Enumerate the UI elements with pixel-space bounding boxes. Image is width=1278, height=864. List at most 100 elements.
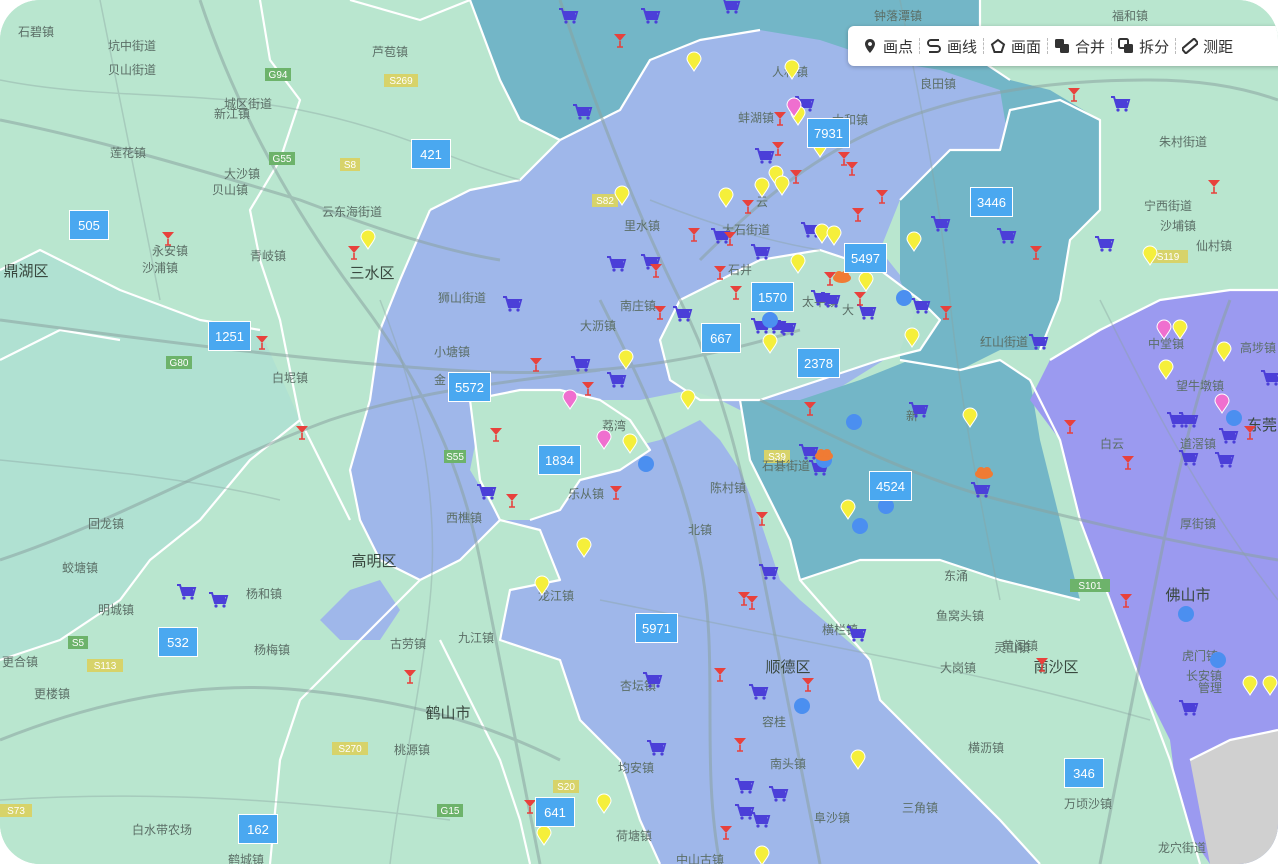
place-label: 朱村街道 bbox=[1159, 135, 1207, 149]
cluster-badge[interactable]: 667 bbox=[701, 323, 741, 353]
orange-cloud-icon[interactable] bbox=[815, 449, 833, 461]
place-label: 万顷沙镇 bbox=[1064, 797, 1112, 811]
place-label: 鼎湖区 bbox=[3, 263, 48, 280]
cluster-badge[interactable]: 4524 bbox=[869, 471, 912, 501]
road-label: G55 bbox=[273, 154, 292, 165]
place-label: 云东海街道 bbox=[322, 204, 382, 219]
place-label: 蛟塘镇 bbox=[62, 560, 98, 575]
road-label: S8 bbox=[344, 160, 357, 171]
place-label: 杨梅镇 bbox=[254, 642, 290, 657]
orange-cloud-icon[interactable] bbox=[975, 467, 993, 479]
place-label: 红山街道 bbox=[980, 334, 1028, 349]
place-label: 贝山镇 bbox=[212, 183, 248, 197]
cluster-badge[interactable]: 1251 bbox=[208, 321, 251, 351]
cluster-badge[interactable]: 421 bbox=[411, 139, 451, 169]
blue-dot-icon[interactable] bbox=[762, 312, 778, 328]
tool-split[interactable]: 拆分 bbox=[1112, 26, 1175, 66]
road-label: G15 bbox=[441, 806, 460, 817]
tool-draw-polygon[interactable]: 画面 bbox=[984, 26, 1047, 66]
tool-merge[interactable]: 合并 bbox=[1048, 26, 1111, 66]
cluster-badge[interactable]: 2378 bbox=[797, 348, 840, 378]
place-label: 坑中街道 bbox=[108, 38, 156, 53]
cluster-badge[interactable]: 3446 bbox=[970, 187, 1013, 217]
cluster-badge[interactable]: 346 bbox=[1064, 758, 1104, 788]
place-label: 钟落潭镇 bbox=[874, 8, 922, 23]
map-frame[interactable]: G94 S269 G55 S8 S82 S113 S5 G80 S270 G15… bbox=[0, 0, 1278, 864]
place-label: 宁西街道 bbox=[1144, 198, 1192, 213]
tool-label: 画点 bbox=[883, 38, 914, 56]
place-label: 横沥镇 bbox=[968, 741, 1004, 755]
place-label: 道滘镇 bbox=[1180, 437, 1216, 451]
place-label: 东涌 bbox=[944, 569, 968, 583]
cluster-badge[interactable]: 641 bbox=[535, 797, 575, 827]
place-label: 更合镇 bbox=[2, 654, 38, 669]
blue-dot-icon[interactable] bbox=[896, 290, 912, 306]
place-label: 城区街道 bbox=[224, 97, 272, 111]
place-label: 东莞 bbox=[1247, 417, 1277, 434]
tool-draw-line[interactable]: 画线 bbox=[920, 26, 983, 66]
road-label: G80 bbox=[170, 358, 189, 369]
blue-dot-icon[interactable] bbox=[1178, 606, 1194, 622]
place-label: 大 bbox=[842, 303, 854, 317]
place-label: 中堂镇 bbox=[1148, 336, 1184, 351]
place-label: 莲花镇 bbox=[110, 145, 146, 160]
place-label: 回龙镇 bbox=[88, 517, 124, 531]
road-label: S82 bbox=[596, 196, 614, 207]
ruler-icon bbox=[1182, 38, 1199, 54]
cluster-badge[interactable]: 532 bbox=[158, 627, 198, 657]
place-label: 南头镇 bbox=[770, 756, 806, 771]
place-label: 仙村镇 bbox=[1196, 239, 1232, 253]
map-pin-icon bbox=[865, 39, 875, 53]
place-label: 管理 bbox=[1198, 680, 1222, 695]
blue-dot-icon[interactable] bbox=[794, 698, 810, 714]
draw-toolbar: 画点 画线 画面 合并 拆分 测距 bbox=[848, 26, 1278, 66]
place-label: 杨和镇 bbox=[246, 586, 282, 601]
tool-draw-point[interactable]: 画点 bbox=[856, 26, 919, 66]
place-label: 芦苞镇 bbox=[372, 45, 408, 59]
place-label: 金 bbox=[434, 372, 446, 387]
road-label: S113 bbox=[94, 661, 117, 672]
place-label: 北镇 bbox=[688, 523, 712, 537]
place-label: 南庄镇 bbox=[620, 298, 656, 313]
place-label: 石碧镇 bbox=[18, 25, 54, 39]
cluster-badge[interactable]: 5971 bbox=[635, 613, 678, 643]
road-label: S55 bbox=[446, 452, 464, 463]
map-canvas[interactable]: G94 S269 G55 S8 S82 S113 S5 G80 S270 G15… bbox=[0, 0, 1278, 864]
place-label: 福和镇 bbox=[1112, 8, 1148, 23]
cluster-badge[interactable]: 1570 bbox=[751, 282, 794, 312]
place-label: 更楼镇 bbox=[34, 686, 70, 701]
place-label: 容桂 bbox=[762, 714, 786, 729]
place-label: 高明区 bbox=[351, 553, 396, 570]
road-label: S119 bbox=[1157, 252, 1180, 263]
place-label: 狮山街道 bbox=[438, 291, 486, 305]
cluster-badge[interactable]: 505 bbox=[69, 210, 109, 240]
tool-label: 合并 bbox=[1075, 38, 1106, 56]
place-label: 沙埔镇 bbox=[1160, 219, 1196, 233]
blue-dot-icon[interactable] bbox=[852, 518, 868, 534]
blue-dot-icon[interactable] bbox=[1210, 652, 1226, 668]
cluster-badge[interactable]: 1834 bbox=[538, 445, 581, 475]
place-label: 陈村镇 bbox=[710, 480, 746, 495]
place-label: 厚街镇 bbox=[1180, 517, 1216, 531]
place-label: 大岗镇 bbox=[940, 661, 976, 675]
place-label: 乐从镇 bbox=[568, 487, 604, 501]
place-label: 灵山镇 bbox=[994, 641, 1030, 655]
blue-dot-icon[interactable] bbox=[1226, 410, 1242, 426]
road-label: G94 bbox=[269, 70, 288, 81]
polygon-icon bbox=[990, 38, 1006, 53]
cluster-badge[interactable]: 5572 bbox=[448, 372, 491, 402]
tool-label: 画线 bbox=[947, 38, 978, 56]
tool-label: 拆分 bbox=[1139, 38, 1170, 56]
road-label: S20 bbox=[557, 782, 575, 793]
tool-measure[interactable]: 测距 bbox=[1176, 26, 1239, 66]
place-label: 荷塘镇 bbox=[616, 828, 652, 843]
place-label: 良田镇 bbox=[920, 76, 956, 91]
place-label: 三水区 bbox=[349, 265, 394, 282]
blue-dot-icon[interactable] bbox=[846, 414, 862, 430]
blue-dot-icon[interactable] bbox=[638, 456, 654, 472]
cluster-badge[interactable]: 7931 bbox=[807, 118, 850, 148]
merge-icon bbox=[1055, 39, 1070, 53]
place-label: 小塘镇 bbox=[434, 344, 470, 359]
cluster-badge[interactable]: 5497 bbox=[844, 243, 887, 273]
cluster-badge[interactable]: 162 bbox=[238, 814, 278, 844]
